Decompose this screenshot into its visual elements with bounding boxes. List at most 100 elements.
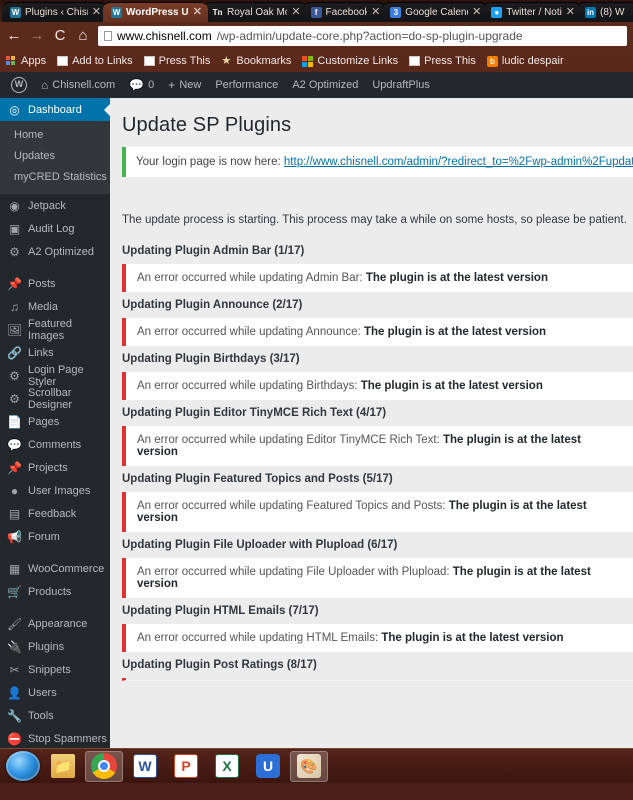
sidebar-item-label: Appearance — [28, 617, 88, 630]
sidebar-item-featured-images[interactable]: 🖼 Featured Images — [0, 318, 110, 342]
bookmark-ludic-despair[interactable]: b ludic despair — [486, 55, 564, 67]
browser-tab-0[interactable]: Plugins ‹ Chisn ✕ — [2, 2, 107, 22]
browser-tab-6[interactable]: in (8) W — [577, 2, 633, 22]
media-icon: ♫ — [10, 299, 19, 314]
sidebar-item-a2-optimized[interactable]: ⚙ A2 Optimized — [0, 240, 110, 263]
browser-tab-3[interactable]: f Facebook ✕ — [302, 2, 387, 22]
u-app-taskbar-button[interactable]: U — [249, 751, 287, 782]
sidebar-item-label: Users — [28, 686, 57, 699]
forward-icon[interactable]: → — [29, 28, 45, 44]
paint-taskbar-button[interactable]: 🎨 — [290, 750, 328, 782]
bookmark-customize-links[interactable]: Customize Links — [302, 55, 398, 67]
error-detail: The plugin is at the latest version — [365, 272, 548, 284]
close-icon[interactable]: ✕ — [92, 7, 101, 18]
document-icon — [409, 56, 421, 66]
update-entry: Updating Plugin HTML Emails (7/17) An er… — [122, 598, 633, 652]
bookmarks-bar: Apps Add to Links Press This ★ Bookmarks… — [0, 50, 633, 72]
word-taskbar-button[interactable]: W — [126, 751, 164, 782]
admin-content: Update SP Plugins Your login page is now… — [110, 98, 633, 783]
sidebar-item-label: Posts — [28, 277, 56, 290]
error-prefix: An error occurred while updating Birthda… — [137, 380, 361, 392]
close-icon[interactable]: ✕ — [371, 7, 380, 18]
bookmark-press-this-2[interactable]: Press This — [409, 55, 476, 67]
update-heading: Updating Plugin File Uploader with Plupl… — [122, 539, 398, 551]
sidebar-item-appearance[interactable]: 🖌 Appearance — [0, 612, 110, 635]
sidebar-item-feedback[interactable]: ▤ Feedback — [0, 502, 110, 525]
sidebar-item-tools[interactable]: 🔧 Tools — [0, 704, 110, 727]
close-icon[interactable]: ✕ — [193, 7, 202, 18]
microsoft-squares-icon — [302, 55, 314, 67]
apps-grid-icon — [6, 55, 17, 67]
page-info-icon[interactable] — [104, 31, 112, 41]
bookmark-label: Add to Links — [72, 55, 133, 67]
close-icon[interactable]: ✕ — [566, 7, 575, 18]
sidebar-item-forum[interactable]: 📢 Forum — [0, 525, 110, 548]
start-button[interactable] — [3, 751, 41, 782]
sidebar-subitem-updates[interactable]: Updates — [0, 146, 110, 167]
sidebar-item-media[interactable]: ♫ Media — [0, 295, 110, 318]
sidebar-item-audit-log[interactable]: ▣ Audit Log — [0, 217, 110, 240]
page-title: Update SP Plugins — [122, 114, 292, 136]
browser-tab-5[interactable]: ● Twitter / Notif ✕ — [483, 2, 581, 22]
sidebar-item-pages[interactable]: 📄 Pages — [0, 410, 110, 433]
close-icon[interactable]: ✕ — [472, 7, 481, 18]
home-icon[interactable]: ⌂ — [75, 28, 91, 44]
excel-taskbar-button[interactable]: X — [208, 751, 246, 782]
a2-optimized-menu[interactable]: A2 Optimized — [285, 72, 365, 98]
bookmark-apps[interactable]: Apps — [6, 55, 46, 67]
sidebar-item-products[interactable]: 🛒 Products — [0, 580, 110, 603]
close-icon[interactable]: ✕ — [291, 7, 300, 18]
sidebar-item-dashboard[interactable]: ◎ Dashboard — [0, 98, 110, 121]
browser-tab-2[interactable]: Tn Royal Oak Mo ✕ — [204, 2, 307, 22]
sidebar-item-user-images[interactable]: ● User Images — [0, 479, 110, 502]
sidebar-item-jetpack[interactable]: ◉ Jetpack — [0, 194, 110, 217]
sidebar-item-plugins[interactable]: 🔌 Plugins — [0, 635, 110, 658]
sidebar-item-posts[interactable]: 📌 Posts — [0, 272, 110, 295]
browser-window: Plugins ‹ Chisn ✕ WordPress Up ✕ Tn Roya… — [0, 0, 633, 783]
wordpress-icon — [10, 7, 21, 18]
sidebar-item-links[interactable]: 🔗 Links — [0, 341, 110, 364]
powerpoint-taskbar-button[interactable]: P — [167, 751, 205, 782]
sidebar-item-label: Dashboard — [28, 103, 82, 116]
sidebar-item-stop-spammers[interactable]: ⛔ Stop Spammers — [0, 727, 110, 750]
sidebar-subitem-home[interactable]: Home — [0, 125, 110, 146]
back-icon[interactable]: ← — [6, 28, 22, 44]
browser-toolbar: ← → C ⌂ www.chisnell.com/wp-admin/update… — [0, 22, 633, 50]
sidebar-item-label: Products — [28, 585, 72, 598]
bookmark-add-to-links[interactable]: Add to Links — [57, 55, 133, 67]
browser-tab-4[interactable]: 3 Google Calend ✕ — [382, 2, 488, 22]
address-bar[interactable]: www.chisnell.com/wp-admin/update-core.ph… — [98, 26, 627, 46]
comment-count: 0 — [148, 79, 155, 91]
audit-log-icon: ▣ — [8, 221, 21, 236]
performance-menu[interactable]: Performance — [208, 72, 285, 98]
comments-menu[interactable]: 💬 0 — [122, 72, 161, 98]
bookmark-bookmarks[interactable]: ★ Bookmarks — [221, 55, 291, 67]
site-name-menu[interactable]: ⌂ Chisnell.com — [34, 72, 122, 98]
sidebar-item-label: Snippets — [28, 663, 71, 676]
sidebar-subitem-mycred-statistics[interactable]: myCRED Statistics — [0, 167, 110, 188]
sidebar-item-snippets[interactable]: ✂ Snippets — [0, 658, 110, 681]
bookmark-press-this-1[interactable]: Press This — [143, 55, 211, 67]
sidebar-item-label: Comments — [28, 438, 82, 451]
sidebar-item-users[interactable]: 👤 Users — [0, 681, 110, 704]
update-error-message: An error occurred while updating File Up… — [122, 558, 633, 598]
folder-icon: 📁 — [51, 754, 75, 778]
wp-logo-menu[interactable] — [4, 72, 34, 98]
chrome-taskbar-button[interactable] — [85, 750, 123, 782]
sidebar-item-comments[interactable]: 💬 Comments — [0, 433, 110, 456]
file-explorer-taskbar-button[interactable]: 📁 — [44, 751, 82, 782]
sidebar-item-login-page-styler[interactable]: ⚙ Login Page Styler — [0, 364, 110, 388]
browser-tab-1[interactable]: WordPress Up ✕ — [103, 2, 208, 22]
sidebar-item-projects[interactable]: 📌 Projects — [0, 456, 110, 479]
windows-taskbar: 📁 W P X U 🎨 — [0, 748, 633, 783]
new-content-menu[interactable]: + New — [161, 72, 208, 98]
wordpress-icon — [111, 7, 122, 18]
sidebar-item-woocommerce[interactable]: ▦ WooCommerce — [0, 557, 110, 580]
updraftplus-menu[interactable]: UpdraftPlus — [365, 72, 436, 98]
facebook-icon: f — [310, 7, 322, 18]
reload-icon[interactable]: C — [52, 28, 68, 44]
sidebar-item-scrollbar-designer[interactable]: ⚙ Scrollbar Designer — [0, 387, 110, 411]
login-page-link[interactable]: http://www.chisnell.com/admin/?redirect_… — [284, 156, 633, 168]
update-heading: Updating Plugin Announce (2/17) — [122, 299, 303, 311]
bookmark-label: Press This — [158, 55, 211, 67]
